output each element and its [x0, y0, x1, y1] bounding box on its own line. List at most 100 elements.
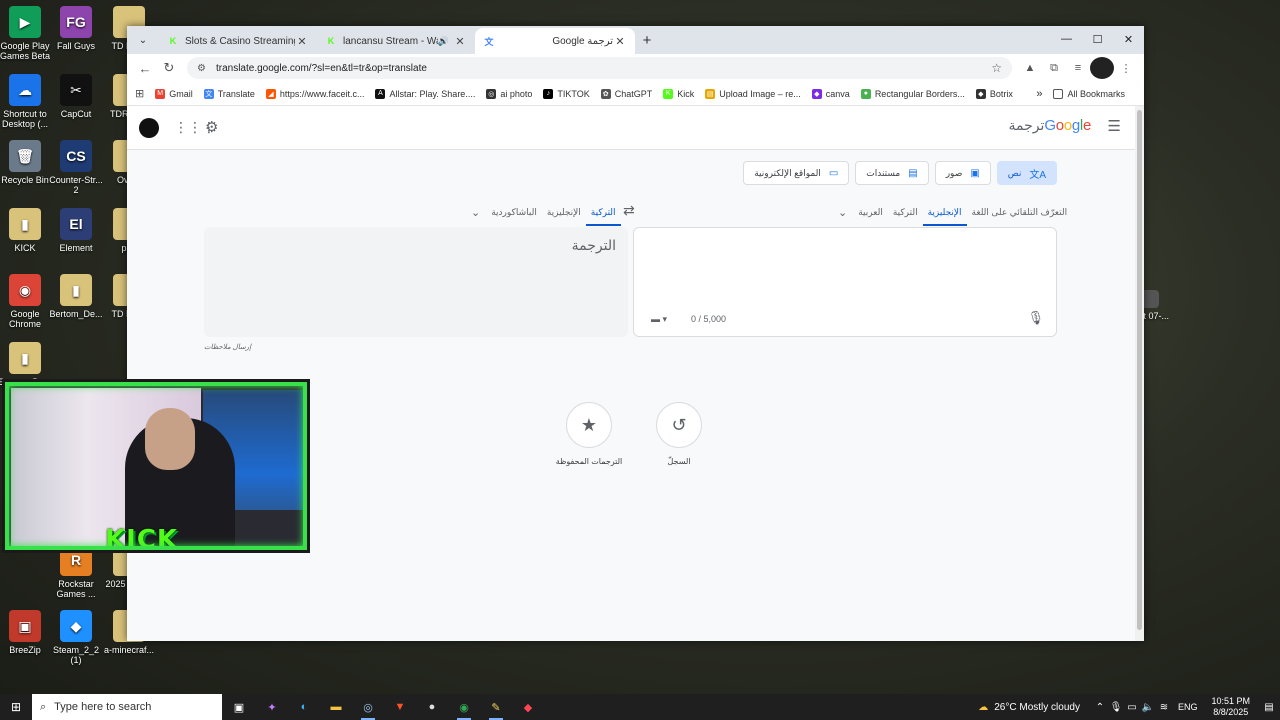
desktop-icon[interactable]: ◆ Steam_2_2 (1)	[47, 610, 105, 665]
network-icon[interactable]: ▭	[1124, 702, 1140, 713]
bookmark-star-icon[interactable]: ☆	[991, 61, 1002, 75]
all-bookmarks[interactable]: All Bookmarks	[1053, 88, 1125, 99]
maximize-icon[interactable]: ☐	[1082, 26, 1113, 52]
hamburger-menu-icon[interactable]: ☰	[1108, 117, 1121, 135]
tab-search-button[interactable]: ⌄	[131, 28, 155, 52]
desktop-icon[interactable]: 🗑 Recycle Bin	[0, 140, 54, 185]
clock[interactable]: 10:51 PM 8/8/2025	[1203, 696, 1258, 718]
browser-tab[interactable]: Klancansu Stream - Watch Li🔊✕	[317, 28, 475, 54]
language-option[interactable]: الإنجليزية	[922, 198, 967, 226]
tab-close-icon[interactable]: ✕	[453, 35, 467, 48]
new-tab-button[interactable]: +	[635, 28, 659, 52]
desktop-icon[interactable]: FG Fall Guys	[47, 6, 105, 51]
bookmark-item[interactable]: ▤ Upload Image – re...	[705, 88, 801, 99]
profile-button[interactable]	[1090, 57, 1114, 79]
file-explorer-icon[interactable]: ▬	[320, 694, 352, 720]
copilot-icon[interactable]: ✦	[256, 694, 288, 720]
close-icon[interactable]: ✕	[1113, 26, 1144, 52]
keyboard-icon[interactable]: ▬ ▾	[651, 314, 667, 325]
language-option[interactable]: التركية	[585, 198, 621, 226]
language-option[interactable]: العربية	[853, 198, 888, 226]
mode-tab[interactable]: ▭ المواقع الإلكترونية	[743, 161, 850, 185]
desktop-icon[interactable]: ▶ Google Play Games Beta	[0, 6, 54, 61]
taskbar-search[interactable]: ⌕ Type here to search	[32, 694, 222, 720]
task-view-icon[interactable]: ▣	[222, 694, 256, 720]
tab-favicon-icon: K	[327, 36, 335, 46]
media-control-icon[interactable]: ≡	[1066, 57, 1090, 79]
minimize-icon[interactable]: —	[1051, 26, 1082, 52]
bookmark-item[interactable]: ◆ Botrix	[975, 88, 1013, 99]
notes-icon[interactable]: ✎	[480, 694, 512, 720]
language-option[interactable]: الإنجليزية	[542, 198, 586, 226]
tab-close-icon[interactable]: ✕	[295, 35, 309, 48]
chrome-icon[interactable]: ◉	[448, 694, 480, 720]
window-controls: — ☐ ✕	[1051, 26, 1144, 52]
bookmark-item[interactable]: A Allstar: Play. Share....	[375, 88, 475, 99]
desktop-icon[interactable]: ✂ CapCut	[47, 74, 105, 119]
source-text-input[interactable]: ▬ ▾ 0 / 5,000 🎙	[633, 227, 1057, 337]
microphone-icon[interactable]: 🎙	[1027, 310, 1044, 326]
saved-translations-label: الترجمات المحفوظة	[555, 457, 623, 466]
desktop-icon[interactable]: ☁ Shortcut to Desktop (...	[0, 74, 54, 129]
site-info-icon[interactable]: ⚙	[197, 63, 206, 74]
bookmark-icon: ✿	[600, 88, 611, 99]
notification-icon[interactable]: ▤	[1258, 702, 1280, 713]
language-option[interactable]: الباشاكوردية	[486, 198, 542, 226]
desktop-icon[interactable]: ▮ KICK	[0, 208, 54, 253]
extension-icon[interactable]: ▲	[1018, 57, 1042, 79]
kebab-menu-icon[interactable]: ⋮	[1114, 57, 1138, 79]
reload-button[interactable]: ↻	[157, 56, 181, 80]
address-bar[interactable]: ⚙ translate.google.com/?sl=en&tl=tr&op=t…	[187, 57, 1012, 79]
volume-icon[interactable]: 🔈	[1140, 702, 1156, 713]
wifi-icon[interactable]: ≋	[1156, 702, 1172, 713]
weather-widget[interactable]: ☁ 26°C Mostly cloudy	[978, 702, 1092, 713]
saved-translations-button[interactable]: ★	[566, 402, 612, 448]
windows-start-icon[interactable]: ⊞	[0, 694, 32, 720]
steam-icon[interactable]: ◎	[352, 694, 384, 720]
input-language[interactable]: ENG	[1172, 702, 1204, 712]
bookmark-item[interactable]: ◆ canva	[811, 88, 850, 99]
desktop-icon[interactable]: ▮Bertom_De...	[47, 274, 105, 319]
bookmark-item[interactable]: ◢ https://www.faceit.c...	[265, 88, 364, 99]
chevron-down-icon[interactable]: ⌄	[832, 206, 853, 219]
chevron-down-icon[interactable]: ⌄	[465, 206, 486, 219]
translate-logo[interactable]: ترجمة Google	[1006, 117, 1092, 134]
apps-grid-icon[interactable]: ⊞	[135, 87, 144, 100]
tab-audio-icon[interactable]: 🔊	[438, 36, 449, 47]
bookmark-item[interactable]: K Kick	[663, 88, 694, 99]
swap-languages-icon[interactable]: ⇄	[623, 202, 635, 219]
gear-icon[interactable]: ⚙	[205, 118, 218, 136]
bookmark-item[interactable]: ◎ ai photo	[486, 88, 532, 99]
bookmark-item[interactable]: ✿ ChatGPT	[600, 88, 652, 99]
browser-tab[interactable]: KSlots & Casino Streaming - Live✕	[159, 28, 317, 54]
desktop-icon[interactable]: El Element	[47, 208, 105, 253]
chevron-up-icon[interactable]: ⌃	[1092, 702, 1108, 713]
desktop-icon[interactable]: CS Counter-Str... 2	[47, 140, 105, 195]
language-option[interactable]: التعرّف التلقائي على اللغة	[967, 198, 1073, 226]
send-feedback-link[interactable]: إرسال ملاحظات	[204, 343, 251, 351]
page-scrollbar[interactable]	[1135, 106, 1144, 641]
account-avatar[interactable]	[139, 118, 159, 138]
bookmark-item[interactable]: ♪ TIKTOK	[543, 88, 590, 99]
browser-toolbar: ← ↻ ⚙ translate.google.com/?sl=en&tl=tr&…	[127, 54, 1144, 82]
browser-tab[interactable]: 文 Google ترجمة ✕	[475, 28, 635, 54]
back-button[interactable]: ←	[133, 56, 157, 80]
obs-icon[interactable]: ●	[416, 694, 448, 720]
more-bookmarks-icon[interactable]: »	[1036, 88, 1042, 100]
desktop-icon[interactable]: ▣ BreeZip	[0, 610, 54, 655]
language-option[interactable]: التركية	[888, 198, 923, 226]
mode-tab[interactable]: ▤ مستندات	[855, 161, 929, 185]
brave-icon[interactable]: ▼	[384, 694, 416, 720]
mode-tab[interactable]: ▣ صور	[934, 161, 991, 185]
puzzle-icon[interactable]: ⧉	[1042, 57, 1066, 79]
bookmark-item[interactable]: 文 Translate	[203, 88, 255, 99]
microphone-icon[interactable]: 🎙	[1108, 702, 1124, 713]
history-button[interactable]: ↺	[656, 402, 702, 448]
valorant-icon[interactable]: ◆	[512, 694, 544, 720]
bookmark-item[interactable]: M Gmail	[155, 88, 193, 99]
bookmark-item[interactable]: ● Rectangular Borders...	[860, 88, 965, 99]
mode-tab[interactable]: 文A نص	[996, 161, 1057, 185]
tab-close-icon[interactable]: ✕	[613, 35, 627, 48]
desktop-icon[interactable]: ◉ Google Chrome	[0, 274, 54, 329]
edge-icon[interactable]: ◐	[288, 694, 320, 720]
